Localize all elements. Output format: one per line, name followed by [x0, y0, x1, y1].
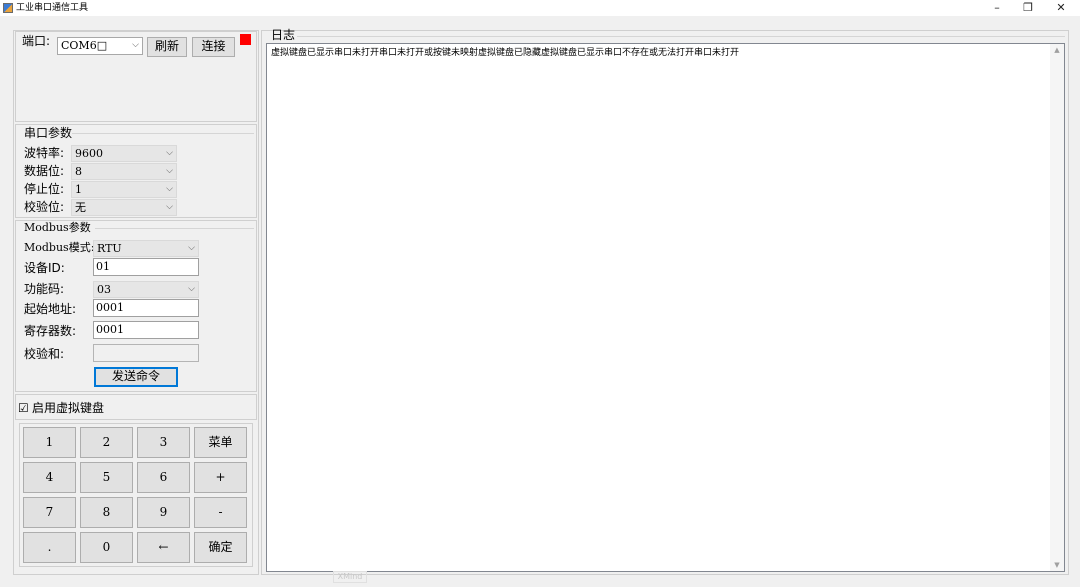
chevron-down-icon: ⌵ — [166, 202, 173, 212]
key-menu[interactable]: 菜单 — [194, 427, 247, 458]
modbus-mode-select[interactable]: RTU ⌵ — [93, 240, 199, 257]
chevron-down-icon: ⌵ — [166, 184, 173, 194]
parity-select[interactable]: 无 ⌵ — [71, 199, 177, 216]
send-command-button[interactable]: 发送命令 — [94, 367, 178, 387]
start-address-label: 起始地址: — [24, 302, 77, 316]
baud-value: 9600 — [75, 147, 103, 160]
chevron-down-icon: ⌵ — [188, 243, 195, 253]
start-address-input[interactable]: 0001 — [93, 299, 199, 317]
baud-label: 波特率: — [24, 146, 65, 160]
key-6[interactable]: 6 — [137, 462, 190, 493]
baud-select[interactable]: 9600 ⌵ — [71, 145, 177, 162]
chevron-down-icon: ⌵ — [188, 284, 195, 294]
modbus-mode-value: RTU — [97, 242, 122, 255]
app-icon — [3, 3, 13, 13]
databits-value: 8 — [75, 165, 82, 178]
refresh-button[interactable]: 刷新 — [147, 37, 187, 57]
key-1[interactable]: 1 — [23, 427, 76, 458]
key-9[interactable]: 9 — [137, 497, 190, 528]
log-textarea[interactable]: 虚拟键盘已显示串口未打开串口未打开或按键未映射虚拟键盘已隐藏虚拟键盘已显示串口不… — [266, 43, 1065, 572]
key-5[interactable]: 5 — [80, 462, 133, 493]
databits-label: 数据位: — [24, 164, 65, 178]
group-divider — [95, 228, 254, 229]
stopbits-select[interactable]: 1 ⌵ — [71, 181, 177, 198]
close-button[interactable]: ✕ — [1045, 0, 1077, 16]
key-4[interactable]: 4 — [23, 462, 76, 493]
enable-keyboard-label: 启用虚拟键盘 — [32, 401, 105, 415]
group-divider — [297, 36, 1065, 37]
key-3[interactable]: 3 — [137, 427, 190, 458]
parity-value: 无 — [75, 201, 86, 214]
key-2[interactable]: 2 — [80, 427, 133, 458]
key-dot[interactable]: . — [23, 532, 76, 563]
connection-status-indicator — [240, 34, 251, 45]
key-7[interactable]: 7 — [23, 497, 76, 528]
port-label: 端口: — [22, 34, 51, 48]
chevron-down-icon: ⌵ — [166, 166, 173, 176]
key-minus[interactable]: - — [194, 497, 247, 528]
key-0[interactable]: 0 — [80, 532, 133, 563]
chevron-down-icon: ⌵ — [132, 40, 139, 50]
window-title: 工业串口通信工具 — [16, 3, 89, 13]
restore-button[interactable]: ❐ — [1012, 0, 1044, 16]
port-value: COM6□ — [61, 39, 108, 52]
key-confirm[interactable]: 确定 — [194, 532, 247, 563]
modbus-mode-label: Modbus模式: — [24, 241, 95, 254]
key-plus[interactable]: + — [194, 462, 247, 493]
serial-params-title: 串口参数 — [24, 126, 73, 140]
port-select[interactable]: COM6□ ⌵ — [57, 37, 143, 55]
checksum-field — [93, 344, 199, 362]
modbus-params-title: Modbus参数 — [24, 221, 91, 234]
key-backspace[interactable]: ← — [137, 532, 190, 563]
function-code-value: 03 — [97, 283, 111, 296]
register-count-input[interactable]: 0001 — [93, 321, 199, 339]
group-divider — [72, 133, 254, 134]
parity-label: 校验位: — [24, 200, 65, 214]
chevron-down-icon: ⌵ — [166, 148, 173, 158]
title-bar: 工业串口通信工具 – ❐ ✕ — [0, 0, 1080, 16]
connect-button[interactable]: 连接 — [192, 37, 235, 57]
scroll-down-icon[interactable]: ▼ — [1050, 561, 1064, 569]
scroll-up-icon[interactable]: ▲ — [1050, 46, 1064, 54]
register-count-label: 寄存器数: — [24, 324, 77, 338]
watermark: XMind — [333, 571, 367, 583]
stopbits-label: 停止位: — [24, 182, 65, 196]
key-8[interactable]: 8 — [80, 497, 133, 528]
log-scrollbar[interactable]: ▲ ▼ — [1050, 44, 1064, 571]
function-code-select[interactable]: 03 ⌵ — [93, 281, 199, 298]
log-title: 日志 — [271, 28, 296, 42]
stopbits-value: 1 — [75, 183, 82, 196]
checksum-label: 校验和: — [24, 347, 65, 361]
log-content: 虚拟键盘已显示串口未打开串口未打开或按键未映射虚拟键盘已隐藏虚拟键盘已显示串口不… — [271, 48, 740, 58]
enable-keyboard-checkbox[interactable]: ☑ — [18, 401, 29, 415]
function-code-label: 功能码: — [24, 282, 65, 296]
databits-select[interactable]: 8 ⌵ — [71, 163, 177, 180]
device-id-label: 设备ID: — [24, 261, 65, 275]
device-id-input[interactable]: 01 — [93, 258, 199, 276]
minimize-button[interactable]: – — [981, 0, 1013, 16]
